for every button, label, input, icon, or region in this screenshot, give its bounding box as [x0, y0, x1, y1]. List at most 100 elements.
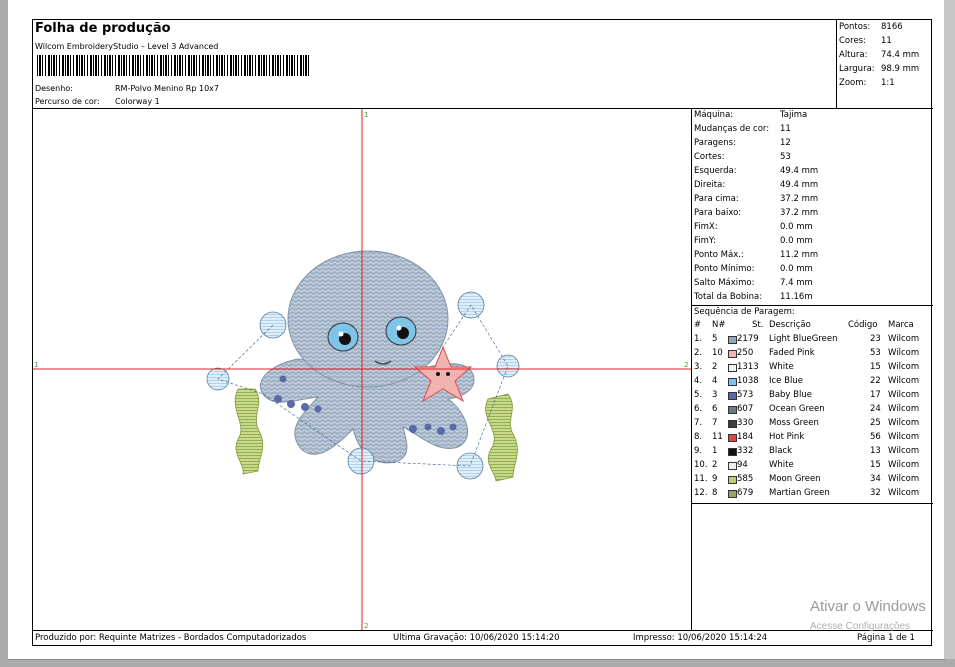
- seq-brand: Wilcom: [888, 488, 920, 498]
- seq-stitches: 2179: [737, 334, 759, 344]
- seq-needle: 4: [712, 376, 718, 386]
- sequence-row: 2. 10 250 Faded Pink 53 Wilcom: [692, 348, 933, 362]
- machine-label: Paragens:: [694, 138, 736, 148]
- page-title: Folha de produção: [35, 21, 171, 36]
- color-swatch: [728, 364, 737, 372]
- color-swatch: [728, 434, 737, 442]
- seq-code: 15: [870, 362, 881, 372]
- machine-value: 0.0 mm: [780, 222, 813, 232]
- machine-label: Mudanças de cor:: [694, 124, 770, 134]
- seq-description: Baby Blue: [769, 390, 812, 400]
- seq-num: 8.: [694, 432, 703, 442]
- seq-code: 13: [870, 446, 881, 456]
- seq-brand: Wilcom: [888, 376, 920, 386]
- seq-description: Ice Blue: [769, 376, 803, 386]
- seq-description: Ocean Green: [769, 404, 825, 414]
- color-swatch: [728, 490, 737, 498]
- seq-code: 32: [870, 488, 881, 498]
- seq-code: 17: [870, 390, 881, 400]
- seq-stitches: 250: [737, 348, 754, 358]
- embroidery-preview: 1 2 1 2: [33, 109, 691, 630]
- machine-label: Direita:: [694, 180, 726, 190]
- col-code-header: Código: [848, 320, 878, 330]
- machine-value: 11: [780, 124, 791, 134]
- software-name: Wilcom EmbroideryStudio – Level 3 Advanc…: [35, 42, 219, 51]
- seq-description: White: [769, 362, 794, 372]
- stat-label: Altura:: [839, 50, 868, 60]
- col-brand-header: Marca: [888, 320, 914, 330]
- seq-brand: Wilcom: [888, 390, 920, 400]
- seq-code: 53: [870, 348, 881, 358]
- stat-label: Cores:: [839, 36, 866, 46]
- seq-num: 10.: [694, 460, 708, 470]
- stats-box: Pontos: 8166 Cores: 11 Altura: 74.4 mm Larg…: [836, 20, 933, 109]
- stat-value: 1:1: [881, 78, 895, 88]
- seq-brand: Wilcom: [888, 404, 920, 414]
- seq-brand: Wilcom: [888, 432, 920, 442]
- sequence-row: 10. 2 94 White 15 Wilcom: [692, 460, 933, 474]
- seq-brand: Wilcom: [888, 460, 920, 470]
- seq-num: 12.: [694, 488, 708, 498]
- seq-stitches: 94: [737, 460, 748, 470]
- axis-marker-bottom: 2: [364, 622, 368, 630]
- machine-value: 49.4 mm: [780, 166, 819, 176]
- design-label: Desenho:: [35, 84, 73, 93]
- color-swatch: [728, 350, 737, 358]
- col-n-header: N#: [712, 320, 726, 330]
- seq-brand: Wilcom: [888, 348, 920, 358]
- seq-description: Moon Green: [769, 474, 821, 484]
- barcode: [37, 55, 311, 76]
- color-swatch: [728, 406, 737, 414]
- scrollbar[interactable]: [944, 0, 955, 659]
- seq-code: 25: [870, 418, 881, 428]
- machine-label: Para baixo:: [694, 208, 742, 218]
- axis-marker-right: 2: [684, 361, 688, 369]
- producer-text: Produzido por: Requinte Matrizes - Borda…: [35, 633, 307, 643]
- stat-label: Largura:: [839, 64, 875, 74]
- seq-needle: 9: [712, 474, 718, 484]
- color-swatch: [728, 476, 737, 484]
- seq-description: Black: [769, 446, 792, 456]
- color-swatch: [728, 392, 737, 400]
- machine-info: Máquina: Tajima Mudanças de cor: 11 Parage…: [692, 109, 933, 306]
- color-swatch: [728, 378, 737, 386]
- color-swatch: [728, 420, 737, 428]
- seq-num: 1.: [694, 334, 703, 344]
- saved-text: Ultima Gravação: 10/06/2020 15:14:20: [393, 633, 560, 643]
- seq-stitches: 679: [737, 488, 754, 498]
- seq-description: Martian Green: [769, 488, 830, 498]
- color-swatch: [728, 462, 737, 470]
- machine-value: 37.2 mm: [780, 194, 819, 204]
- seq-num: 4.: [694, 376, 703, 386]
- sequence-row: 11. 9 585 Moon Green 34 Wilcom: [692, 474, 933, 488]
- seq-needle: 10: [712, 348, 723, 358]
- axis-marker-left: 1: [34, 361, 38, 369]
- seq-brand: Wilcom: [888, 334, 920, 344]
- sequence-row: 12. 8 679 Martian Green 32 Wilcom: [692, 488, 933, 502]
- seq-needle: 11: [712, 432, 723, 442]
- seq-stitches: 1038: [737, 376, 759, 386]
- stat-value: 98.9 mm: [881, 64, 920, 74]
- production-sheet: Folha de produção Wilcom EmbroideryStudi…: [8, 0, 945, 660]
- machine-value: 0.0 mm: [780, 264, 813, 274]
- machine-label: Ponto Máx.:: [694, 250, 744, 260]
- sheet-frame: Folha de produção Wilcom EmbroideryStudi…: [32, 19, 933, 646]
- activation-watermark: Ativar o Windows: [810, 598, 926, 615]
- page-number: Página 1 de 1: [857, 633, 915, 643]
- stop-sequence: Sequência de Paragem: # N# St. Descrição…: [692, 306, 933, 504]
- colorway-value: Colorway 1: [115, 97, 160, 106]
- seq-needle: 2: [712, 362, 718, 372]
- sheet-footer: Produzido por: Requinte Matrizes - Borda…: [33, 630, 933, 646]
- seq-num: 3.: [694, 362, 703, 372]
- machine-label: Máquina:: [694, 110, 734, 120]
- activation-watermark-sub: Acesse Configurações: [810, 621, 911, 632]
- seq-code: 24: [870, 404, 881, 414]
- seq-needle: 1: [712, 446, 718, 456]
- sequence-header-row: # N# St. Descrição Código Marca: [692, 320, 933, 334]
- seq-code: 56: [870, 432, 881, 442]
- seq-brand: Wilcom: [888, 418, 920, 428]
- printed-text: Impresso: 10/06/2020 15:14:24: [633, 633, 768, 643]
- color-swatch: [728, 448, 737, 456]
- sequence-row: 1. 5 2179 Light BlueGreen 23 Wilcom: [692, 334, 933, 348]
- seq-code: 15: [870, 460, 881, 470]
